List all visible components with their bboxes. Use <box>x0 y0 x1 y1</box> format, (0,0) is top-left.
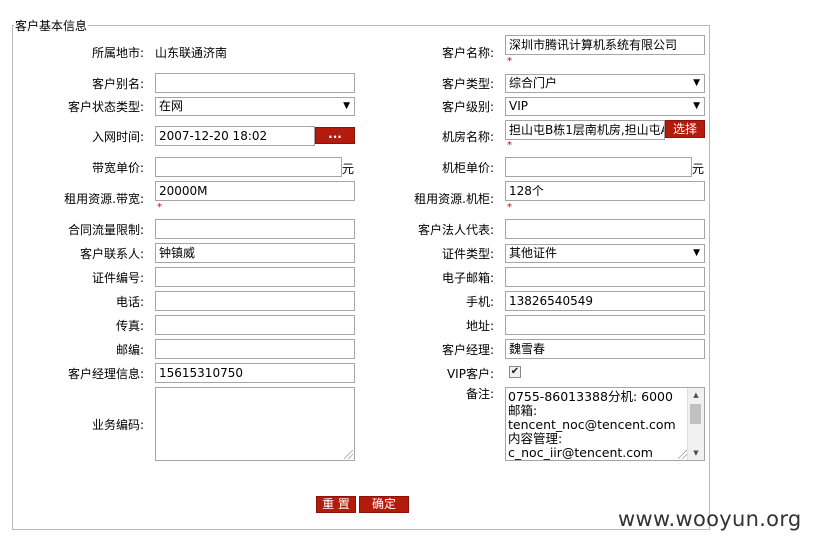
rent-cabinet-label: 租用资源.机柜: <box>414 192 494 206</box>
phone-label: 电话: <box>115 295 144 309</box>
date-picker-button[interactable]: ... <box>315 127 355 144</box>
customer-name-field[interactable]: 深圳市腾讯计算机系统有限公司 <box>505 35 705 55</box>
fax-field[interactable] <box>155 315 355 335</box>
manager-info-label: 客户经理信息: <box>67 367 144 381</box>
address-field[interactable] <box>505 315 705 335</box>
remarks-line: tencent_noc@tencent.com <box>508 417 676 432</box>
id-type-selected: 其他证件 <box>509 246 558 260</box>
cabinet-price-field[interactable] <box>505 157 692 177</box>
dropdown-arrow-icon: ▼ <box>343 101 350 111</box>
remarks-line: 内容管理: <box>508 431 563 446</box>
scroll-down-icon[interactable]: ▼ <box>688 446 704 460</box>
id-number-label: 证件编号: <box>91 271 144 285</box>
remarks-line: 0755-86013388分机: 6000 <box>508 390 673 404</box>
dropdown-arrow-icon: ▼ <box>693 248 700 258</box>
alias-label: 客户别名: <box>91 77 144 91</box>
cabinet-price-label: 机柜单价: <box>441 161 494 175</box>
rent-cabinet-field[interactable]: 128个 <box>505 181 705 201</box>
email-field[interactable] <box>505 267 705 287</box>
remarks-line: 邮箱: <box>508 403 538 418</box>
postcode-field[interactable] <box>155 339 355 359</box>
manager-field[interactable]: 魏雪春 <box>505 339 705 359</box>
scroll-thumb[interactable] <box>690 404 701 424</box>
business-code-textarea[interactable] <box>155 387 355 461</box>
checkmark-icon: ✔ <box>510 366 520 377</box>
id-type-select[interactable]: 其他证件 ▼ <box>505 244 705 263</box>
mobile-label: 手机: <box>465 295 494 309</box>
required-mark: * <box>507 202 512 213</box>
contact-label: 客户联系人: <box>79 247 144 261</box>
dropdown-arrow-icon: ▼ <box>693 78 700 88</box>
bandwidth-price-field[interactable] <box>155 157 342 177</box>
join-time-field[interactable]: 2007-12-20 18:02 <box>155 126 315 146</box>
email-label: 电子邮箱: <box>441 271 494 285</box>
room-name-field[interactable]: 担山屯B栋1层南机房,担山屯A <box>505 120 665 140</box>
manager-label: 客户经理: <box>441 343 494 357</box>
alias-field[interactable] <box>155 73 355 93</box>
postcode-label: 邮编: <box>115 343 144 357</box>
watermark: www.wooyun.org <box>618 507 802 531</box>
status-type-selected: 在网 <box>159 99 184 113</box>
traffic-limit-field[interactable] <box>155 219 355 239</box>
bandwidth-unit: 元 <box>342 162 355 176</box>
room-select-button[interactable]: 选择 <box>665 120 705 138</box>
reset-button[interactable]: 重 置 <box>316 496 356 513</box>
traffic-limit-label: 合同流量限制: <box>67 223 144 237</box>
customer-level-label: 客户级别: <box>441 100 494 114</box>
customer-name-label: 客户名称: <box>441 46 494 60</box>
remarks-scrollbar[interactable]: ▲ ▼ <box>687 388 704 460</box>
status-type-label: 客户状态类型: <box>67 100 144 114</box>
vip-label: VIP客户: <box>446 367 494 381</box>
vip-checkbox[interactable]: ✔ <box>509 366 521 378</box>
region-value: 山东联通济南 <box>155 46 228 60</box>
remarks-content: 0755-86013388分机: 6000 邮箱: tencent_noc@te… <box>508 390 680 460</box>
customer-type-selected: 综合门户 <box>509 76 558 90</box>
resize-grip-icon[interactable] <box>678 450 687 459</box>
region-label: 所属地市: <box>91 46 144 60</box>
required-mark: * <box>157 202 162 213</box>
remarks-line: c_noc_iir@tencent.com <box>508 445 653 460</box>
id-number-field[interactable] <box>155 267 355 287</box>
legal-rep-label: 客户法人代表: <box>417 223 494 237</box>
room-name-label: 机房名称: <box>441 130 494 144</box>
contact-field[interactable]: 钟镇威 <box>155 243 355 263</box>
customer-level-selected: VIP <box>509 99 528 113</box>
business-code-label: 业务编码: <box>91 418 144 432</box>
scroll-up-icon[interactable]: ▲ <box>688 388 704 402</box>
customer-type-label: 客户类型: <box>441 77 494 91</box>
rent-bandwidth-label: 租用资源.带宽: <box>64 192 144 206</box>
status-type-select[interactable]: 在网 ▼ <box>155 97 355 116</box>
phone-field[interactable] <box>155 291 355 311</box>
address-label: 地址: <box>465 319 494 333</box>
required-mark: * <box>507 56 512 67</box>
customer-type-select[interactable]: 综合门户 ▼ <box>505 74 705 93</box>
rent-bandwidth-field[interactable]: 20000M <box>155 181 355 201</box>
confirm-button[interactable]: 确定 <box>359 496 409 513</box>
cabinet-unit: 元 <box>692 162 705 176</box>
customer-level-select[interactable]: VIP ▼ <box>505 97 705 116</box>
dropdown-arrow-icon: ▼ <box>693 101 700 111</box>
remarks-label: 备注: <box>465 387 494 401</box>
mobile-field[interactable]: 13826540549 <box>505 291 705 311</box>
legal-rep-field[interactable] <box>505 219 705 239</box>
remarks-textarea[interactable]: 0755-86013388分机: 6000 邮箱: tencent_noc@te… <box>505 387 705 461</box>
join-time-label: 入网时间: <box>91 130 144 144</box>
manager-info-field[interactable]: 15615310750 <box>155 363 355 383</box>
fieldset-title: 客户基本信息 <box>14 18 89 34</box>
resize-grip-icon[interactable] <box>344 450 353 459</box>
required-mark: * <box>507 140 512 151</box>
id-type-label: 证件类型: <box>441 247 494 261</box>
fax-label: 传真: <box>115 319 144 333</box>
bandwidth-price-label: 带宽单价: <box>91 161 144 175</box>
